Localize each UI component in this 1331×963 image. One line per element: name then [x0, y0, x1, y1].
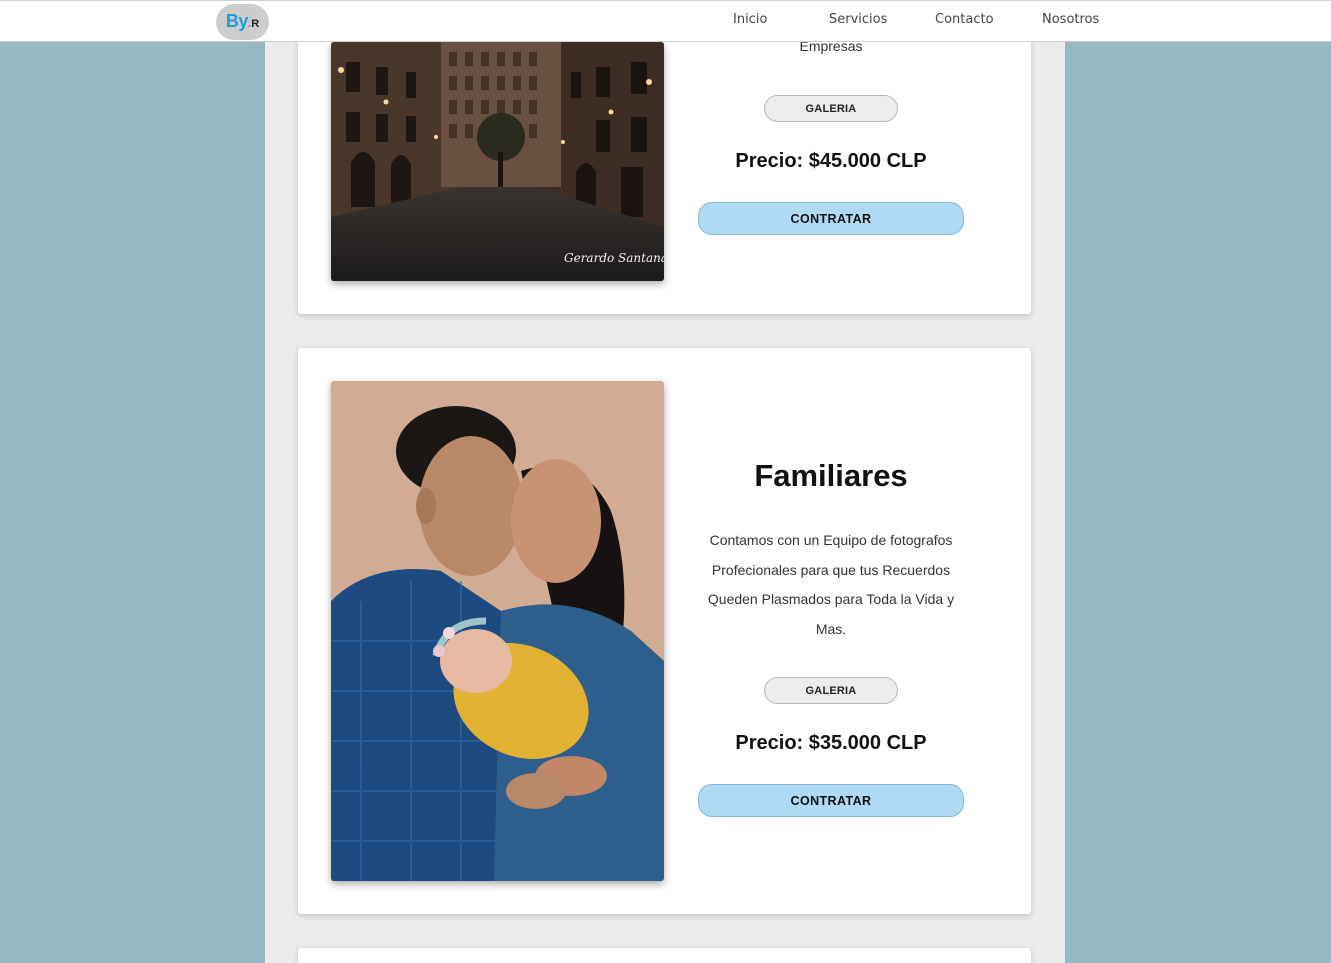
top-border — [0, 0, 1331, 1]
card-2-description-line: Contamos con un Equipo de fotografos — [709, 532, 953, 548]
card-2-gallery-button[interactable]: GALERIA — [764, 677, 898, 704]
nav-link-inicio[interactable]: Inicio — [733, 12, 767, 27]
card-2-description-line: Mas. — [815, 620, 847, 637]
photo-signature: Gerardo Santana — [564, 251, 664, 265]
card-2-description-line: Queden Plasmados para Toda la Vida y — [707, 591, 955, 607]
card-2-description-line: Profecionales para que tus Recuerdos — [711, 561, 951, 578]
card-2-hire-button[interactable]: CONTRATAR — [698, 784, 964, 817]
logo[interactable]: By. R — [216, 4, 269, 40]
nav-link-nosotros[interactable]: Nosotros — [1042, 12, 1099, 27]
card-1-price: Precio: $45.000 CLP — [735, 150, 927, 172]
city-street-photo: Gerardo Santana — [331, 42, 664, 281]
card-2-price: Precio: $35.000 CLP — [735, 732, 927, 754]
nav-link-contacto[interactable]: Contacto — [935, 12, 994, 27]
service-card-next — [298, 948, 1031, 963]
nav-link-servicios[interactable]: Servicios — [829, 12, 887, 27]
family-image — [331, 381, 664, 881]
logo-main: By — [225, 11, 249, 31]
city-street-image: Gerardo Santana — [331, 42, 664, 281]
card-2-title: Familiares — [754, 458, 908, 493]
card-2-description: Contamos con un Equipo de fotografos Pro… — [690, 526, 972, 644]
card-1-hire-button[interactable]: CONTRATAR — [698, 202, 964, 235]
card-1-gallery-button[interactable]: GALERIA — [764, 95, 898, 122]
navbar: By. R Inicio Servicios Contacto Nosotros — [0, 0, 1331, 42]
logo-sub: R — [251, 18, 260, 30]
family-newborn-photo — [331, 381, 664, 881]
